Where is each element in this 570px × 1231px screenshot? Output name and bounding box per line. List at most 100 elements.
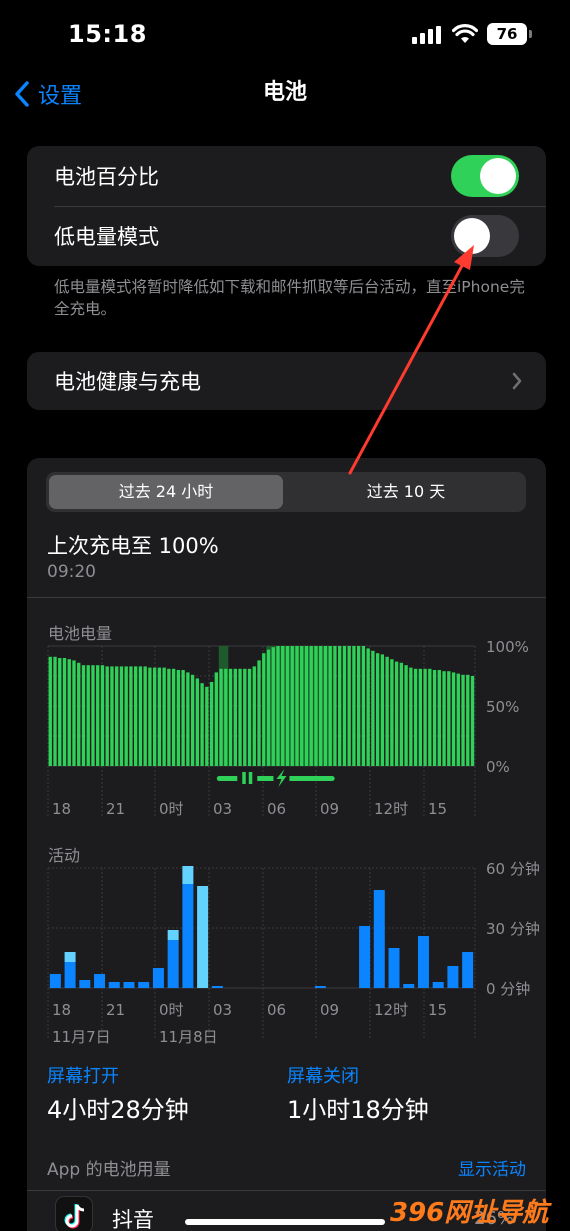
- battery-level-bar: [219, 668, 223, 766]
- battery-level-bar: [304, 646, 309, 766]
- battery-level-bar: [209, 682, 214, 766]
- app-usage-label: App 的电池用量: [47, 1160, 171, 1180]
- screen-on-bar: [417, 936, 429, 988]
- battery-level-bar: [361, 646, 366, 766]
- x-tick-label: 09: [320, 800, 339, 818]
- battery-level-bar: [243, 668, 247, 766]
- screen-on-value: 4小时28分钟: [47, 1096, 189, 1124]
- screen-on-bar: [447, 966, 459, 988]
- battery-level-bar: [314, 646, 318, 766]
- tab-last-24-hours[interactable]: 过去 24 小时: [49, 475, 283, 509]
- battery-level-bar: [233, 668, 237, 766]
- battery-health-row[interactable]: 电池健康与充电: [27, 352, 546, 410]
- battery-level-bar: [413, 668, 418, 766]
- battery-level-bar: [224, 668, 228, 766]
- battery-level-bar: [129, 666, 133, 766]
- activity-chart: 60 分钟 30 分钟 0 分钟 18 21 0时 03 06 09 12时 15 11月7日 11月8…: [47, 860, 540, 1046]
- home-indicator: [185, 1219, 385, 1225]
- x-tick-label: 03: [213, 1001, 232, 1019]
- battery-level-bar: [195, 678, 200, 766]
- y-tick-label: 0 分钟: [486, 980, 530, 998]
- x-tick-label: 06: [267, 800, 286, 818]
- battery-level-bar: [461, 674, 465, 766]
- y-tick-label: 100%: [486, 638, 529, 656]
- battery-level-bar: [437, 670, 441, 766]
- divider: [27, 1190, 546, 1191]
- y-tick-label: 50%: [486, 698, 519, 716]
- x-tick-label: 21: [106, 1001, 125, 1019]
- battery-level-bar: [333, 646, 337, 766]
- pause-icon: [242, 772, 246, 784]
- screen-on-bar: [182, 884, 194, 988]
- battery-percentage-toggle[interactable]: [451, 155, 519, 197]
- battery-level-bar: [342, 646, 347, 766]
- battery-level-bar: [105, 666, 109, 766]
- battery-level-bar: [276, 646, 280, 766]
- show-activity-button[interactable]: 显示活动: [458, 1155, 526, 1180]
- screen-off-value: 1小时18分钟: [287, 1096, 429, 1124]
- battery-level-bar: [81, 665, 86, 766]
- battery-level-bar: [257, 660, 261, 766]
- battery-level-bar: [200, 683, 204, 766]
- battery-cap: [529, 30, 532, 38]
- screen-on-bar: [403, 984, 415, 988]
- battery-level-bar: [176, 670, 181, 766]
- battery-level-bar: [67, 659, 71, 766]
- screen-on-bar: [123, 982, 135, 988]
- y-tick-label: 30 分钟: [486, 920, 540, 938]
- battery-level-bar: [447, 671, 451, 766]
- battery-level-bar: [290, 646, 294, 766]
- battery-level-bar: [394, 661, 399, 766]
- battery-level-bar: [470, 676, 475, 766]
- time-range-segmented-control: 过去 24 小时 过去 10 天: [46, 472, 526, 512]
- screen-on-bar: [94, 974, 106, 988]
- battery-level-bar: [119, 666, 124, 766]
- screen-on-bar: [64, 962, 76, 988]
- screen-on-bar: [49, 974, 61, 988]
- tab-last-10-days[interactable]: 过去 10 天: [289, 475, 523, 509]
- battery-level-bar: [62, 658, 67, 766]
- battery-level-bar: [124, 666, 128, 766]
- x-tick-label: 03: [213, 800, 232, 818]
- battery-level-bar: [404, 665, 408, 766]
- status-bar: 15:18 76: [0, 0, 570, 70]
- battery-level-bar: [338, 646, 342, 766]
- battery-level-bar: [152, 667, 157, 766]
- battery-level-bar: [115, 666, 119, 766]
- low-power-toggle[interactable]: [451, 215, 519, 257]
- x-tick-label: 15: [428, 1001, 447, 1019]
- battery-settings-card: 电池百分比 低电量模式: [27, 146, 546, 266]
- battery-health-label: 电池健康与充电: [54, 370, 201, 394]
- battery-level-bar: [262, 653, 266, 766]
- x-tick-label: 0时: [159, 800, 184, 818]
- battery-level-bar: [456, 673, 460, 766]
- screen-on-bar: [152, 968, 164, 988]
- battery-level-bar: [86, 665, 90, 766]
- music-note-icon: [64, 1204, 85, 1229]
- battery-level-bar: [295, 646, 299, 766]
- page-title: 电池: [262, 80, 307, 105]
- low-power-row: 低电量模式: [27, 206, 546, 266]
- toggle-knob: [480, 158, 516, 194]
- battery-level-bar: [53, 656, 57, 766]
- battery-level-bar: [466, 674, 470, 766]
- battery-level-bar: [77, 662, 81, 766]
- battery-level-bar: [214, 672, 218, 766]
- watermark: 396网址导航: [390, 1198, 549, 1228]
- battery-level-bar: [347, 646, 351, 766]
- battery-level-bar: [352, 646, 356, 766]
- x-tick-label: 12时: [374, 800, 408, 818]
- x-tick-label: 06: [267, 1001, 286, 1019]
- battery-level-bar: [281, 646, 285, 766]
- screen-on-bar: [314, 986, 326, 988]
- screen-on-bar: [167, 940, 179, 988]
- battery-level-bar: [167, 668, 171, 766]
- battery-level-bar: [371, 650, 375, 766]
- battery-level-bar: [157, 667, 162, 766]
- x-tick-label: 12时: [374, 1001, 408, 1019]
- screen-off-label: 屏幕关闭: [287, 1066, 359, 1087]
- battery-level-bar: [110, 666, 114, 766]
- charging-region: [266, 646, 333, 766]
- battery-percentage-label: 电池百分比: [54, 165, 159, 189]
- screen-on-bar: [462, 952, 474, 988]
